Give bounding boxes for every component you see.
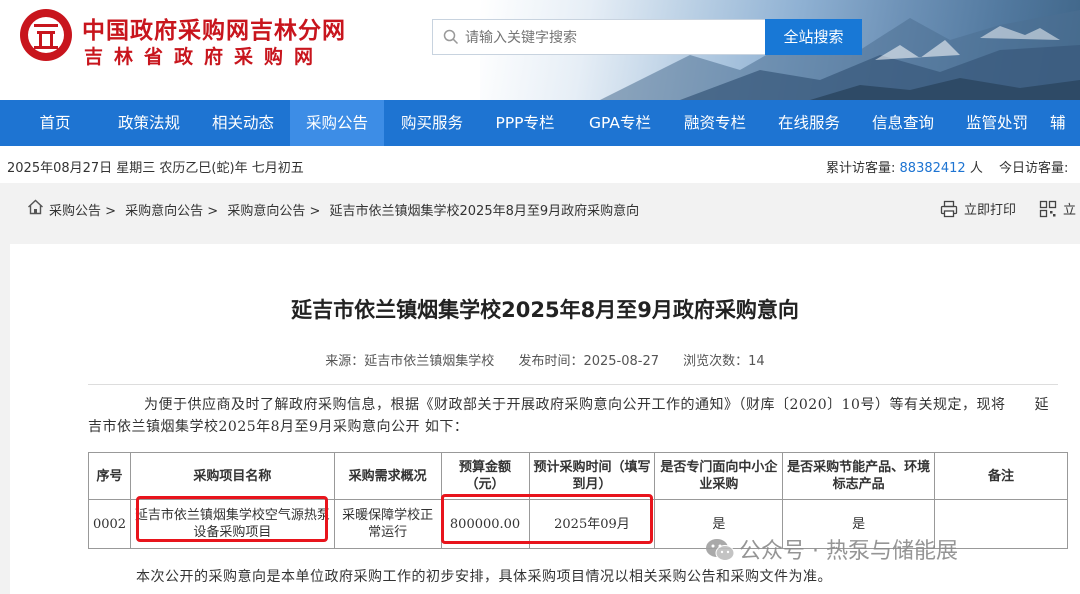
divider <box>88 384 1058 385</box>
highlight-box-project <box>136 496 328 542</box>
col-header-remark: 备注 <box>934 452 1068 500</box>
total-visitors-value: 88382412 <box>899 161 966 176</box>
qr-code-button[interactable]: 立 <box>1039 199 1076 218</box>
breadcrumb: 采购公告 > 采购意向公告 > 采购意向公告 > 延吉市依兰镇烟集学校2025年… <box>0 183 1080 233</box>
nav-item-more[interactable]: 辅 <box>1050 100 1080 146</box>
qr-label: 立 <box>1063 203 1077 218</box>
article-meta: 来源：延吉市依兰镇烟集学校 发布时间：2025-08-27 浏览次数：14 <box>10 350 1080 369</box>
info-bar: 2025年08月27日 星期三 农历乙巳(蛇)年 七月初五 累计访客量: 883… <box>0 146 1080 183</box>
search-input[interactable] <box>463 20 763 56</box>
breadcrumb-item-intent[interactable]: 采购意向公告 > <box>125 204 218 219</box>
qr-code-icon <box>1039 200 1057 218</box>
cell-no: 0002 <box>88 499 131 549</box>
printer-icon <box>940 200 958 218</box>
nav-item-gpa[interactable]: GPA专栏 <box>579 100 661 146</box>
nav-item-news[interactable]: 相关动态 <box>202 100 284 146</box>
print-button[interactable]: 立即打印 <box>940 199 1016 218</box>
col-header-no: 序号 <box>88 452 131 500</box>
article-publish-time: 发布时间：2025-08-27 <box>518 354 660 369</box>
home-icon[interactable] <box>27 199 44 215</box>
col-header-budget: 预算金额（元） <box>440 452 530 500</box>
search-box[interactable] <box>432 19 766 56</box>
site-header: 中国政府采购网吉林分网 吉林省政府采购网 全站搜索 <box>0 0 1080 100</box>
highlight-box-budget-time <box>441 494 653 544</box>
nav-item-ppp[interactable]: PPP专栏 <box>484 100 566 146</box>
nav-item-supervision[interactable]: 监管处罚 <box>956 100 1038 146</box>
nav-item-finance[interactable]: 融资专栏 <box>674 100 756 146</box>
table-header-row: 序号 采购项目名称 采购需求概况 预算金额（元） 预计采购时间（填写到月） 是否… <box>88 452 1068 500</box>
article-intro: 为便于供应商及时了解政府采购信息，根据《财政部关于开展政府采购意向公开工作的通知… <box>88 394 1062 438</box>
breadcrumb-item-intent-sub[interactable]: 采购意向公告 > <box>227 204 320 219</box>
breadcrumb-item-current: 延吉市依兰镇烟集学校2025年8月至9月政府采购意向 <box>329 204 640 219</box>
nav-item-announcements[interactable]: 采购公告 <box>290 100 384 146</box>
print-label: 立即打印 <box>964 203 1017 218</box>
wechat-icon <box>706 539 735 561</box>
total-visitors-label: 累计访客量: <box>826 161 896 176</box>
main-nav: 首页 政策法规 相关动态 采购公告 购买服务 PPP专栏 GPA专栏 融资专栏 … <box>0 100 1080 146</box>
site-logo[interactable] <box>20 9 72 61</box>
watermark-text: 公众号 · 热泵与储能展 <box>739 539 958 564</box>
col-header-project: 采购项目名称 <box>129 452 335 500</box>
nav-item-query[interactable]: 信息查询 <box>862 100 944 146</box>
total-visitors: 累计访客量: 88382412 人 <box>826 157 983 176</box>
nav-item-policy[interactable]: 政策法规 <box>108 100 190 146</box>
breadcrumb-item-announcements[interactable]: 采购公告 > <box>49 204 116 219</box>
nav-item-home[interactable]: 首页 <box>20 100 90 146</box>
logo-emblem-icon <box>28 17 64 53</box>
intro-text: 为便于供应商及时了解政府采购信息，根据《财政部关于开展政府采购意向公开工作的通知… <box>88 397 1049 435</box>
search-icon <box>443 29 459 45</box>
nav-item-online[interactable]: 在线服务 <box>768 100 850 146</box>
site-subtitle: 吉林省政府采购网 <box>84 46 325 68</box>
article-source: 来源：延吉市依兰镇烟集学校 <box>325 354 495 369</box>
col-header-time: 预计采购时间（填写到月） <box>528 452 656 500</box>
today-visitors-label: 今日访客量: <box>999 161 1069 176</box>
article-views: 浏览次数：14 <box>683 354 765 369</box>
article-footer-note: 本次公开的采购意向是本单位政府采购工作的初步安排，具体采购项目情况以相关采购公告… <box>136 569 832 585</box>
nav-item-services[interactable]: 购买服务 <box>391 100 473 146</box>
col-header-green: 是否采购节能产品、环境标志产品 <box>782 452 936 500</box>
site-search-button[interactable]: 全站搜索 <box>765 19 862 55</box>
wechat-watermark: 公众号 · 热泵与储能展 <box>705 533 958 565</box>
col-header-sme: 是否专门面向中小企业采购 <box>654 452 784 500</box>
col-header-requirement: 采购需求概况 <box>333 452 442 500</box>
total-visitors-unit: 人 <box>969 161 983 176</box>
article-title: 延吉市依兰镇烟集学校2025年8月至9月政府采购意向 <box>291 298 799 322</box>
site-title[interactable]: 中国政府采购网吉林分网 <box>82 11 346 45</box>
cell-requirement: 采暖保障学校正常运行 <box>333 499 442 549</box>
current-date: 2025年08月27日 星期三 农历乙巳(蛇)年 七月初五 <box>7 161 304 176</box>
